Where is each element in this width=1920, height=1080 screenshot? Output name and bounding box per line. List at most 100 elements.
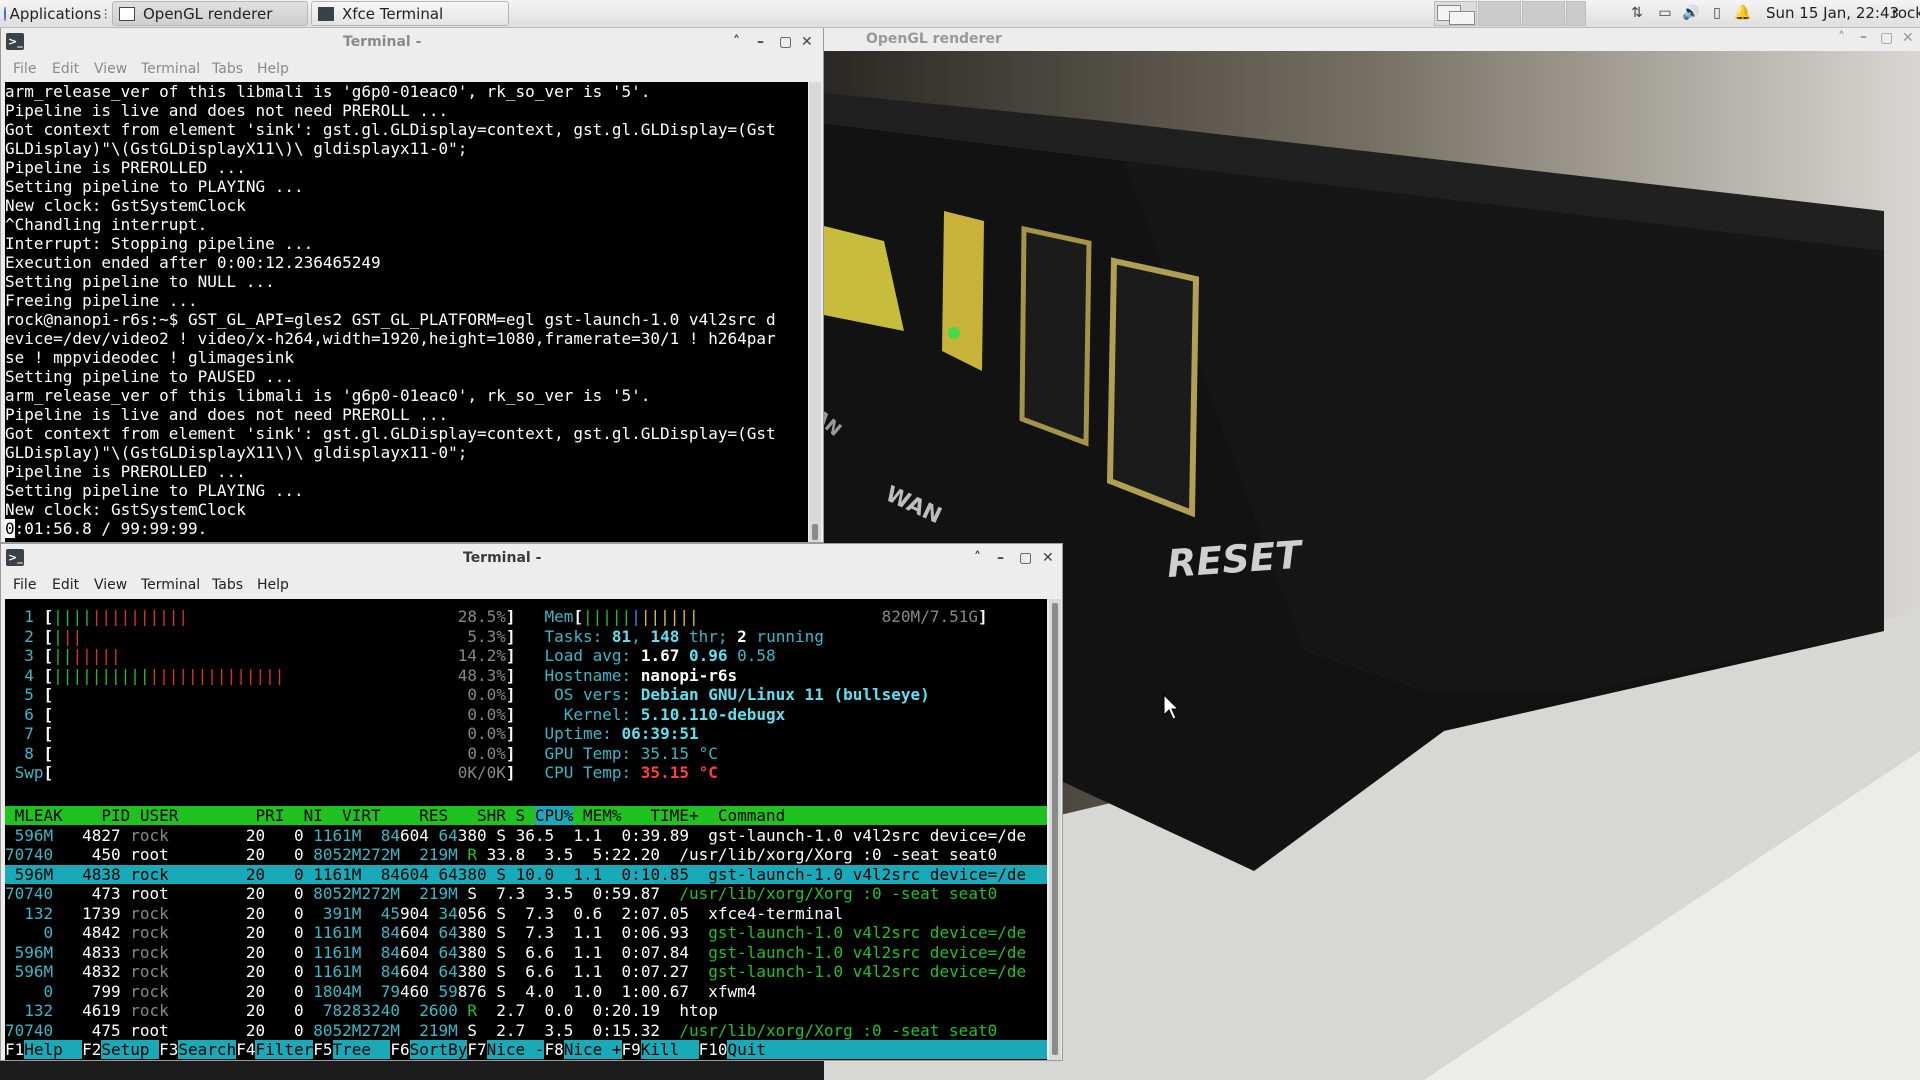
fkey-label[interactable]: Search [178, 1040, 237, 1059]
applications-menu-button[interactable]: Applications ⁝ [0, 0, 108, 27]
virt: 1161M [313, 962, 362, 981]
shr-high: 34 [428, 903, 458, 923]
maximize-icon[interactable]: ▢ [1880, 30, 1893, 46]
terminal-line: Got context from element 'sink': gst.gl.… [5, 120, 776, 139]
fkey-f4[interactable]: F4 [236, 1040, 256, 1059]
workspace-4[interactable] [1566, 1, 1586, 26]
taskbar-item-xfce-terminal[interactable]: Xfce Terminal [311, 1, 509, 26]
menu-edit[interactable]: Edit [52, 61, 79, 77]
column-headers: MLEAK PID USER PRI NI VIRT RES SHR S [5, 806, 535, 825]
cpu-pct: 14.2% [457, 646, 506, 665]
menu-edit[interactable]: Edit [52, 577, 79, 593]
fkey-f10[interactable]: F10 [698, 1040, 728, 1059]
network-icon[interactable]: ⇅ [1628, 5, 1646, 22]
cpu-mem-time: 7.3 3.5 0:59.87 [477, 884, 680, 903]
fkey-f3[interactable]: F3 [159, 1040, 179, 1059]
close-icon[interactable]: ✕ [801, 34, 813, 50]
menu-view[interactable]: View [94, 61, 127, 77]
shr-low: 380 [457, 923, 487, 942]
state: S [486, 962, 506, 981]
fkey-label[interactable]: Kill [640, 1040, 699, 1059]
clock[interactable]: Sun 15 Jan, 22:43 [1766, 0, 1899, 27]
workspace-1[interactable] [1434, 1, 1477, 26]
shr-high: 64 [428, 825, 458, 845]
window-titlebar[interactable]: >_ Terminal - ˄ – ▢ ✕ [1, 28, 823, 58]
user-menu[interactable]: rock [1892, 0, 1920, 27]
sep [516, 685, 545, 704]
terminal-line: New clock: GstSystemClock [5, 196, 246, 215]
cpu-mem-time: 2.7 0.0 0:20.19 [477, 1001, 680, 1020]
fkey-label[interactable]: Setup [101, 1040, 160, 1059]
terminal-window-2[interactable]: >_ Terminal - ˄ – ▢ ✕ File Edit View Ter… [0, 543, 1063, 1061]
menu-view[interactable]: View [94, 577, 127, 593]
menu-terminal[interactable]: Terminal [141, 577, 200, 593]
fkey-f6[interactable]: F6 [390, 1040, 410, 1059]
maximize-icon[interactable]: ▢ [779, 34, 792, 50]
menu-help[interactable]: Help [257, 61, 289, 77]
mleak: 596M [5, 962, 54, 981]
fkey-f2[interactable]: F2 [82, 1040, 102, 1059]
shade-icon[interactable]: ˄ [733, 34, 740, 50]
res-low: 604 [399, 942, 429, 962]
cpu-pct: 0.0% [457, 724, 506, 743]
fkey-label[interactable]: Filter [255, 1040, 314, 1059]
pri-ni: 20 0 [226, 1001, 314, 1020]
scrollbar-thumb[interactable] [812, 524, 818, 540]
close-icon[interactable]: ✕ [1042, 550, 1054, 566]
terminal-window-1[interactable]: >_ Terminal - ˄ – ▢ ✕ File Edit View Ter… [0, 27, 824, 543]
fkey-f5[interactable]: F5 [313, 1040, 333, 1059]
maximize-icon[interactable]: ▢ [1019, 550, 1032, 566]
bracket: ] [505, 724, 516, 743]
fkey-f8[interactable]: F8 [544, 1040, 564, 1059]
menu-file[interactable]: File [13, 577, 36, 593]
scrollbar[interactable] [809, 82, 821, 542]
fkey-label[interactable]: Help [24, 1040, 83, 1059]
window-titlebar[interactable]: OpenGL renderer ˄ – ▢ ✕ [824, 27, 1920, 51]
menu-file[interactable]: File [13, 61, 36, 77]
minimize-icon[interactable]: – [757, 34, 764, 50]
menu-tabs[interactable]: Tabs [212, 61, 243, 77]
swap-value: 0K/0K [438, 763, 506, 782]
swap-label: Swp [5, 763, 44, 782]
volume-icon[interactable]: 🔊 [1682, 5, 1700, 22]
minimize-icon[interactable]: – [1860, 29, 1867, 45]
fkey-label[interactable]: Tree [332, 1040, 391, 1059]
fkey-label[interactable]: Quit [727, 1040, 766, 1059]
cpu-meter: 5 [ 0.0%] OS vers: Debian GNU/Linux 11 (… [5, 685, 930, 704]
fkey-f1[interactable]: F1 [5, 1040, 25, 1059]
cpu-mem-time: 6.6 1.1 0:07.27 [505, 962, 709, 981]
workspace-switcher[interactable] [1434, 1, 1586, 26]
shr-high: 59 [428, 981, 458, 1001]
fkey-f9[interactable]: F9 [621, 1040, 641, 1059]
drive-icon[interactable]: ▭ [1656, 5, 1674, 22]
fkey-f7[interactable]: F7 [467, 1040, 487, 1059]
scrollbar-thumb[interactable] [1052, 603, 1058, 1055]
menu-tabs[interactable]: Tabs [212, 577, 243, 593]
command: /usr/lib/xorg/Xorg :0 -seat seat0 [679, 884, 998, 903]
fkey-label[interactable]: Nice + [563, 1040, 622, 1059]
terminal-output[interactable]: arm_release_ver of this libmali is 'g6p0… [5, 82, 808, 542]
scrollbar[interactable] [1049, 599, 1061, 1060]
fkey-label[interactable]: SortBy [409, 1040, 468, 1059]
taskbar-item-opengl-renderer[interactable]: OpenGL renderer [112, 1, 308, 26]
minimize-icon[interactable]: – [997, 550, 1004, 566]
window-title: Terminal - [343, 34, 422, 50]
shr-high: 64 [428, 962, 458, 981]
workspace-3[interactable] [1522, 1, 1565, 26]
htop-screen[interactable]: 1 [|||||||||||||| 28.5%] Mem[|||||||||||… [5, 599, 1047, 1060]
shade-icon[interactable]: ˄ [1838, 30, 1845, 46]
pri-ni: 20 0 [226, 923, 314, 942]
menu-help[interactable]: Help [257, 577, 289, 593]
fkey-label[interactable]: Nice - [486, 1040, 545, 1059]
workspace-2[interactable] [1478, 1, 1521, 26]
menu-terminal[interactable]: Terminal [141, 61, 200, 77]
notification-bell-icon[interactable]: 🔔 [1734, 5, 1752, 22]
process-row: 70740 475 root 20 0 8052M272M 219M S 2.7… [5, 1021, 1047, 1040]
shade-icon[interactable]: ˄ [974, 550, 981, 566]
close-icon[interactable]: ✕ [1902, 30, 1914, 46]
terminal-line: 0:01:56.8 / 99:99:99. [5, 519, 808, 538]
window-titlebar[interactable]: >_ Terminal - ˄ – ▢ ✕ [1, 544, 1062, 574]
window-title: Terminal - [463, 550, 542, 566]
battery-icon[interactable]: ▯ [1708, 5, 1726, 22]
